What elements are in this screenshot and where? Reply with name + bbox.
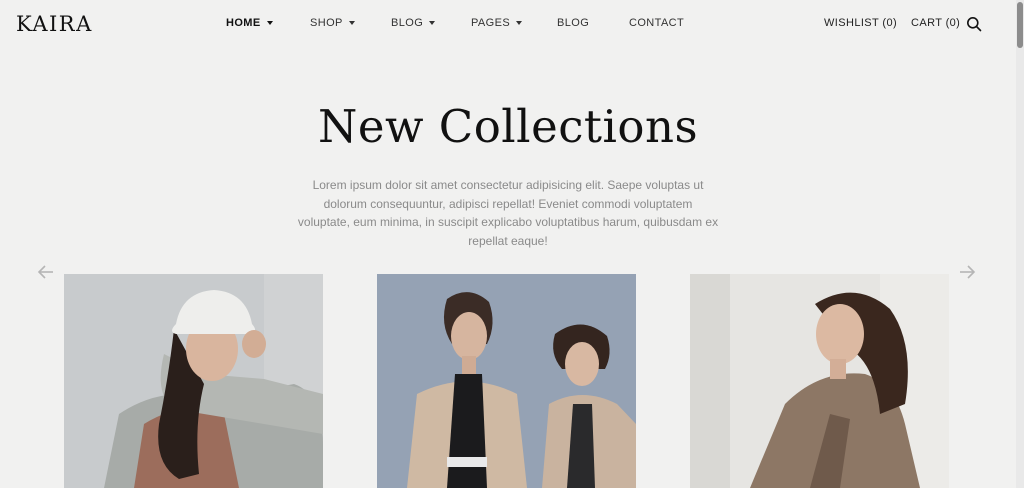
arrow-left-icon[interactable] <box>37 263 55 281</box>
chevron-down-icon <box>266 21 273 25</box>
site-logo[interactable]: KAIRA <box>16 12 93 36</box>
product-image-woman-bucket-hat <box>64 274 323 488</box>
nav-blog-label: BLOG <box>391 17 424 29</box>
chevron-down-icon <box>348 21 355 25</box>
product-card-1[interactable] <box>64 274 323 488</box>
product-image-woman-brown-jacket <box>690 274 949 488</box>
nav-blog-dropdown[interactable]: BLOG <box>391 17 436 29</box>
product-image-two-women <box>377 274 636 488</box>
nav-shop[interactable]: SHOP <box>310 17 355 29</box>
vertical-scrollbar[interactable] <box>1016 0 1024 488</box>
chevron-down-icon <box>429 21 436 25</box>
cart-link[interactable]: CART (0) <box>911 17 960 29</box>
nav-blog-link-label: BLOG <box>557 17 590 29</box>
wishlist-link[interactable]: WISHLIST (0) <box>824 17 897 29</box>
nav-home[interactable]: HOME <box>226 17 273 29</box>
nav-contact[interactable]: CONTACT <box>629 17 684 29</box>
product-card-3[interactable] <box>690 274 949 488</box>
product-card-2[interactable] <box>377 274 636 488</box>
nav-home-label: HOME <box>226 17 261 29</box>
search-icon[interactable] <box>966 16 982 32</box>
nav-blog[interactable]: BLOG <box>557 17 589 29</box>
hero-description: Lorem ipsum dolor sit amet consectetur a… <box>297 178 719 248</box>
nav-shop-label: SHOP <box>310 17 343 29</box>
arrow-right-icon[interactable] <box>958 263 976 281</box>
nav-pages[interactable]: PAGES <box>471 17 523 29</box>
scrollbar-thumb[interactable] <box>1017 2 1023 48</box>
page-title: New Collections <box>317 100 699 153</box>
nav-pages-label: PAGES <box>471 17 511 29</box>
chevron-down-icon <box>516 21 523 25</box>
page: KAIRA HOME SHOP BLOG PAGES BLOG CONTACT … <box>0 0 1016 488</box>
nav-contact-label: CONTACT <box>629 17 685 29</box>
